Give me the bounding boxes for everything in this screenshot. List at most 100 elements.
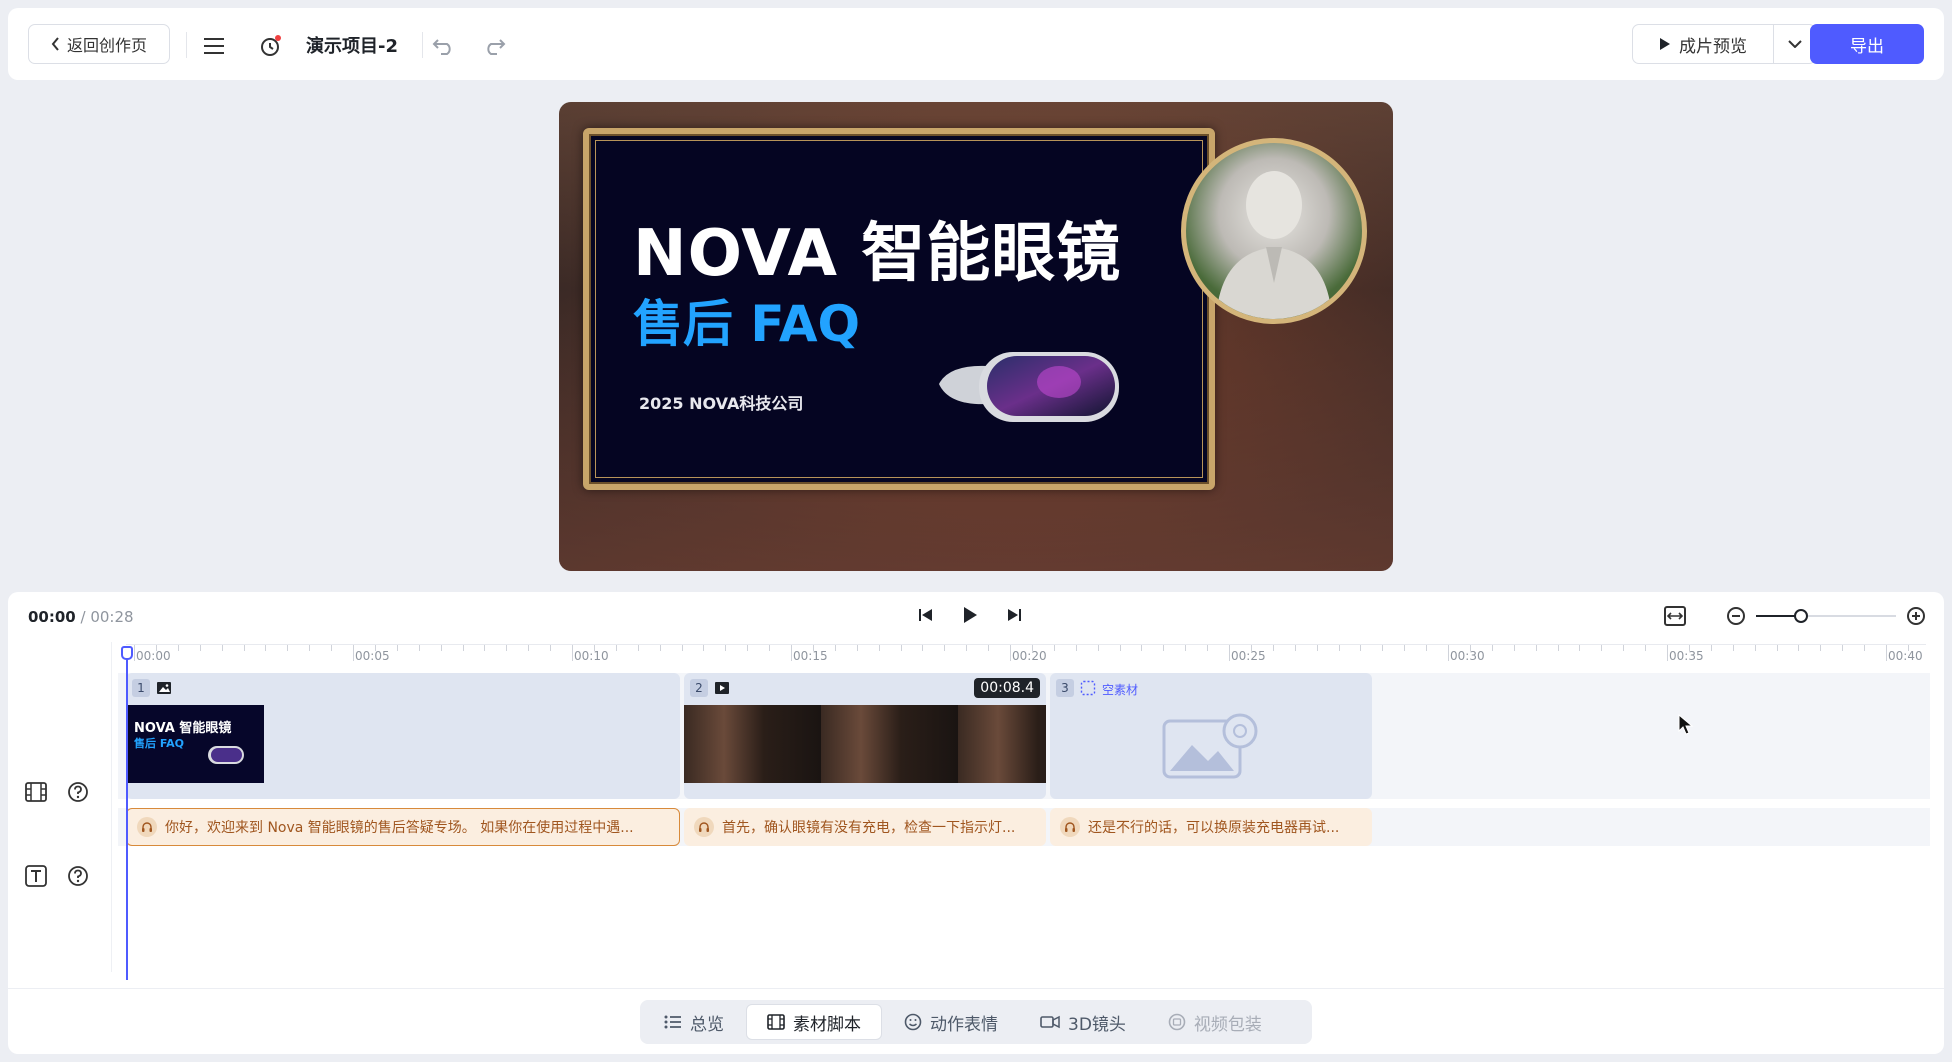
empty-frame-icon	[1080, 680, 1096, 696]
ruler-minor-tick	[1426, 645, 1428, 651]
tab-overview[interactable]: 总览	[644, 1004, 744, 1040]
empty-image-placeholder-icon	[1162, 713, 1258, 779]
ruler-minor-tick	[396, 645, 398, 651]
ruler-label: 00:15	[793, 649, 828, 663]
ruler-minor-tick	[1075, 645, 1077, 651]
time-ruler[interactable]: 00:00 00:05 00:10 00:15 00:20 00:25 00:30 00:35…	[126, 644, 1926, 670]
menu-icon[interactable]	[202, 34, 226, 58]
ruler-minor-tick	[1316, 645, 1318, 651]
undo-icon[interactable]	[432, 34, 456, 58]
ruler-minor-tick	[659, 645, 661, 651]
ruler-minor-tick	[221, 645, 223, 651]
preview-dropdown[interactable]	[1773, 25, 1815, 63]
tab-label: 动作表情	[930, 1014, 998, 1035]
clip-2[interactable]: 2 00:08.4	[684, 673, 1046, 799]
ruler-major-tick	[1667, 645, 1668, 661]
ruler-minor-tick	[309, 645, 311, 651]
ruler-minor-tick	[440, 645, 442, 651]
avatar[interactable]	[1181, 138, 1367, 324]
zoom-slider[interactable]	[1756, 609, 1896, 623]
ruler-minor-tick	[769, 645, 771, 651]
headphone-icon	[1060, 817, 1080, 837]
text-track-icon	[24, 864, 48, 888]
ruler-major-tick	[1886, 645, 1887, 661]
ruler-minor-tick	[265, 645, 267, 651]
slide-company: 2025 NOVA科技公司	[639, 394, 804, 413]
subtitle-clip-2[interactable]: 首先，确认眼镜有没有充电，检查一下指示灯...	[684, 808, 1046, 846]
playhead-handle[interactable]	[121, 646, 133, 660]
ruler-minor-tick	[1097, 645, 1099, 651]
ruler-minor-tick	[1776, 645, 1778, 651]
ruler-major-tick	[791, 645, 792, 661]
clip-number: 1	[132, 679, 150, 697]
time-display: 00:00 / 00:28	[28, 608, 134, 626]
play-icon[interactable]	[962, 606, 978, 624]
ruler-label: 00:00	[136, 649, 171, 663]
ruler-minor-tick	[966, 645, 968, 651]
zoom-out-icon[interactable]	[1726, 606, 1746, 626]
ruler-major-tick	[1229, 645, 1230, 661]
ruler-minor-tick	[1601, 645, 1603, 651]
divider	[422, 32, 423, 58]
skip-forward-icon[interactable]	[1006, 608, 1022, 622]
image-icon	[157, 682, 171, 694]
tab-video-package[interactable]: 视频包装	[1148, 1004, 1282, 1040]
redo-icon[interactable]	[482, 34, 506, 58]
ruler-minor-tick	[747, 645, 749, 651]
help-icon[interactable]	[66, 864, 90, 888]
ruler-major-tick	[134, 645, 135, 661]
ruler-minor-tick	[1491, 645, 1493, 651]
preview-canvas[interactable]: NOVA 智能眼镜 售后 FAQ 2025 NOVA科技公司	[559, 102, 1393, 571]
playhead-line	[126, 648, 128, 980]
help-icon[interactable]	[66, 780, 90, 804]
subtitle-clip-1[interactable]: 你好，欢迎来到 Nova 智能眼镜的售后答疑专场。 如果你在使用过程中遇...	[126, 808, 680, 846]
clip-number: 2	[690, 679, 708, 697]
skip-back-icon[interactable]	[918, 608, 934, 622]
ruler-minor-tick	[484, 645, 486, 651]
video-track-icon	[24, 780, 48, 804]
ruler-minor-tick	[725, 645, 727, 651]
ruler-label: 00:40	[1888, 649, 1923, 663]
tab-motion-expression[interactable]: 动作表情	[884, 1004, 1018, 1040]
ruler-major-tick	[572, 645, 573, 661]
ruler-minor-tick	[1732, 645, 1734, 651]
slide-frame[interactable]: NOVA 智能眼镜 售后 FAQ 2025 NOVA科技公司	[583, 128, 1215, 490]
ruler-minor-tick	[1272, 645, 1274, 651]
camera-icon	[1040, 1015, 1060, 1029]
ruler-minor-tick	[1864, 645, 1866, 651]
ruler-major-tick	[1448, 645, 1449, 661]
tab-3d-camera[interactable]: 3D镜头	[1020, 1004, 1146, 1040]
ruler-minor-tick	[922, 645, 924, 651]
ruler-minor-tick	[1163, 645, 1165, 651]
playback-controls	[918, 606, 1022, 624]
export-button[interactable]: 导出	[1810, 24, 1924, 64]
divider	[186, 32, 187, 58]
subtitle-text: 你好，欢迎来到 Nova 智能眼镜的售后答疑专场。 如果你在使用过程中遇...	[165, 820, 634, 836]
slide-title: NOVA 智能眼镜	[633, 217, 1122, 291]
clip-3[interactable]: 3 空素材	[1050, 673, 1372, 799]
clip-1[interactable]: 1 NOVA 智能眼镜 售后 FAQ	[126, 673, 680, 799]
headphone-icon	[137, 817, 157, 837]
package-icon	[1168, 1013, 1186, 1031]
ruler-minor-tick	[1535, 645, 1537, 651]
zoom-in-icon[interactable]	[1906, 606, 1926, 626]
zoom-slider-knob[interactable]	[1794, 609, 1808, 623]
fit-width-icon[interactable]	[1664, 606, 1686, 626]
project-title[interactable]: 演示项目-2	[306, 32, 398, 58]
subtitle-clip-3[interactable]: 还是不行的话，可以换原装充电器再试...	[1050, 808, 1372, 846]
thumb-title: NOVA 智能眼镜	[134, 721, 232, 736]
back-to-creation-button[interactable]: 返回创作页	[28, 24, 170, 64]
thumb-subtitle: 售后 FAQ	[134, 737, 184, 750]
ruler-minor-tick	[177, 645, 179, 651]
ruler-minor-tick	[1710, 645, 1712, 651]
play-icon	[1660, 38, 1670, 50]
empty-clip-label: 空素材	[1102, 683, 1139, 697]
ruler-minor-tick	[1404, 645, 1406, 651]
final-preview-button[interactable]: 成片预览	[1633, 25, 1773, 63]
ruler-minor-tick	[287, 645, 289, 651]
history-icon[interactable]	[258, 34, 282, 58]
tab-material-script[interactable]: 素材脚本	[746, 1004, 882, 1040]
ruler-minor-tick	[199, 645, 201, 651]
ruler-minor-tick	[988, 645, 990, 651]
list-icon	[664, 1015, 681, 1029]
